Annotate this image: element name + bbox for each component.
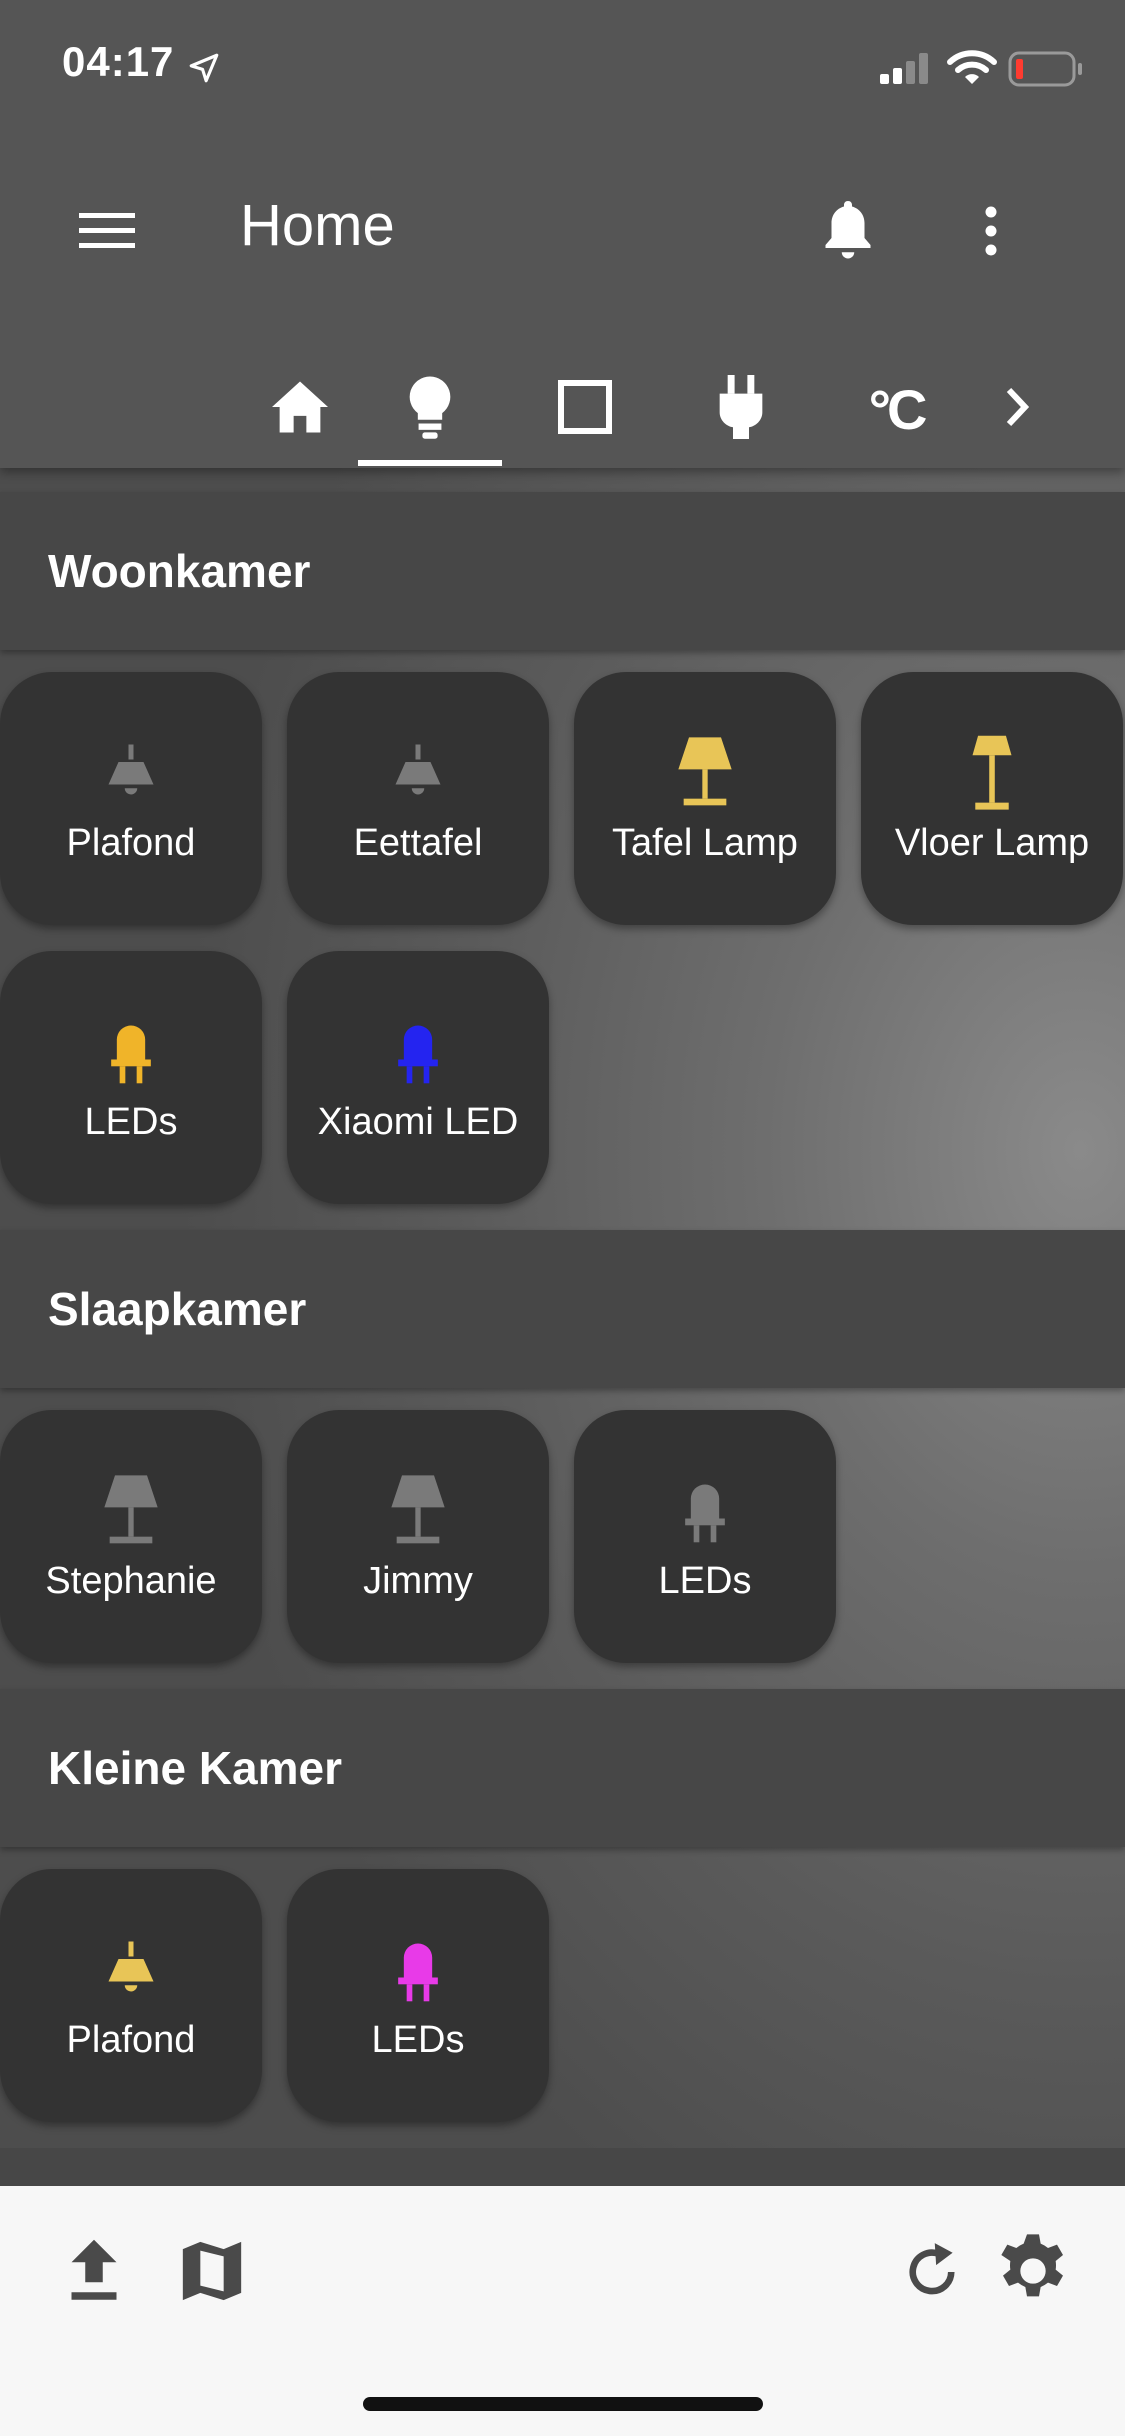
tile-label: LEDs [658, 1560, 752, 1602]
ceiling-lamp-icon [0, 1929, 262, 2009]
hamburger-menu-icon[interactable] [72, 196, 142, 266]
location-arrow-icon [186, 50, 222, 86]
section-title: Woonkamer [48, 545, 311, 597]
light-tile-eettafel[interactable]: Eettafel [287, 672, 549, 925]
light-tile-leds[interactable]: LEDs [0, 951, 262, 1204]
tile-label: Eettafel [353, 822, 483, 864]
section-header-slaapkamer: Slaapkamer [0, 1230, 1125, 1388]
tile-label: Plafond [66, 2019, 196, 2061]
tile-label: Stephanie [45, 1560, 217, 1602]
floor-lamp-icon [861, 732, 1123, 812]
upload-icon[interactable] [58, 2232, 130, 2310]
section-title: Kleine Kamer [48, 1742, 343, 1794]
bell-icon[interactable] [812, 192, 884, 270]
home-icon [269, 379, 331, 440]
view-tabs: °C [228, 350, 1125, 468]
battery-low-icon [1008, 50, 1084, 88]
tab-covers[interactable] [513, 350, 657, 468]
cellular-signal-icon [878, 50, 934, 86]
light-tile-xiaomi-led[interactable]: Xiaomi LED [287, 951, 549, 1204]
tab-switches[interactable] [669, 350, 813, 468]
selected-tab-indicator [358, 460, 502, 466]
tile-label: LEDs [371, 2019, 465, 2061]
ceiling-lamp-icon [0, 732, 262, 812]
plug-icon [717, 374, 765, 444]
light-tile-leds[interactable]: LEDs [287, 1869, 549, 2122]
section-title: Slaapkamer [48, 1283, 307, 1335]
tile-label: Tafel Lamp [612, 822, 798, 864]
tile-label: Plafond [66, 822, 196, 864]
light-tile-jimmy[interactable]: Jimmy [287, 1410, 549, 1663]
map-icon[interactable] [174, 2232, 250, 2310]
celsius-icon: °C [868, 377, 928, 441]
tab-scroll-right[interactable] [968, 350, 1068, 468]
chevron-right-icon [1003, 385, 1033, 434]
section-header-kleine-kamer: Kleine Kamer [0, 1689, 1125, 1847]
table-lamp-icon [0, 1470, 262, 1550]
tile-label: Xiaomi LED [317, 1101, 519, 1143]
square-icon [557, 379, 613, 440]
page-title: Home [240, 193, 395, 258]
tab-climate[interactable]: °C [824, 350, 968, 468]
status-time: 04:17 [62, 38, 175, 85]
led-icon [287, 1929, 549, 2009]
light-tile-vloer-lamp[interactable]: Vloer Lamp [861, 672, 1123, 925]
light-tile-stephanie[interactable]: Stephanie [0, 1410, 262, 1663]
light-tile-plafond[interactable]: Plafond [0, 672, 262, 925]
tab-lights[interactable] [358, 350, 502, 468]
tile-label: LEDs [84, 1101, 178, 1143]
table-lamp-icon [287, 1470, 549, 1550]
led-icon [574, 1470, 836, 1550]
settings-gear-icon[interactable] [990, 2228, 1076, 2314]
led-icon [0, 1011, 262, 1091]
tile-label: Vloer Lamp [894, 822, 1090, 864]
lightbulb-icon [404, 374, 456, 445]
table-lamp-icon [574, 732, 836, 812]
tile-label: Jimmy [363, 1560, 473, 1602]
light-tile-tafel-lamp[interactable]: Tafel Lamp [574, 672, 836, 925]
home-indicator [363, 2397, 763, 2411]
section-header-woonkamer: Woonkamer [0, 492, 1125, 650]
wifi-icon [946, 48, 998, 88]
led-icon [287, 1011, 549, 1091]
refresh-icon[interactable] [894, 2232, 970, 2312]
ceiling-lamp-icon [287, 732, 549, 812]
light-tile-plafond[interactable]: Plafond [0, 1869, 262, 2122]
next-section-header [0, 2148, 1125, 2188]
more-vertical-icon[interactable] [966, 196, 1016, 266]
tab-home[interactable] [228, 350, 372, 468]
light-tile-leds[interactable]: LEDs [574, 1410, 836, 1663]
